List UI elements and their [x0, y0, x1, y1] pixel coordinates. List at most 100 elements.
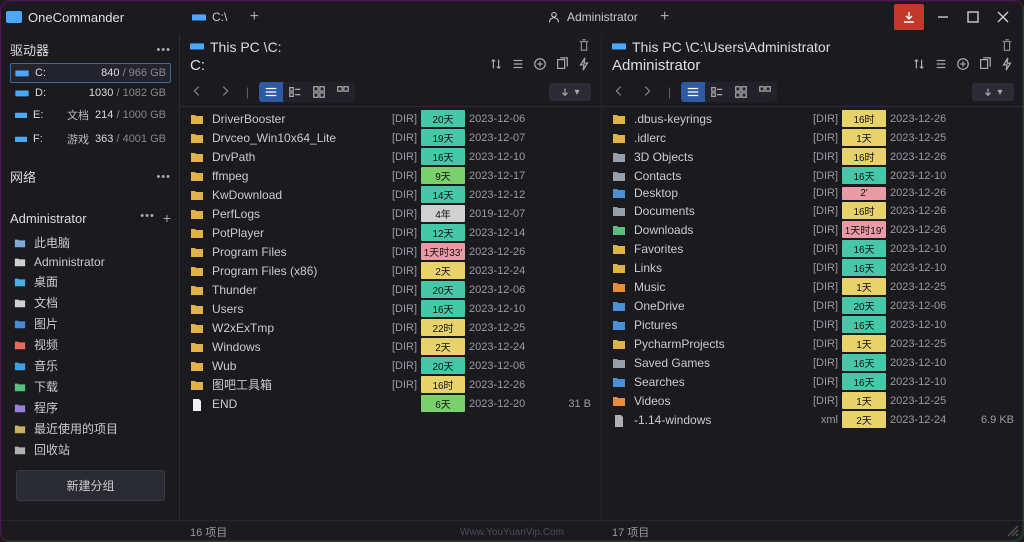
file-row[interactable]: .dbus-keyrings[DIR]16时2023-12-26 [612, 109, 1014, 128]
sidebar-item[interactable]: 回收站 [10, 439, 171, 460]
copy-icon[interactable] [978, 57, 992, 74]
file-row[interactable]: Downloads[DIR]1天时19'2023-12-26 [612, 220, 1014, 239]
file-row[interactable]: OneDrive[DIR]20天2023-12-06 [612, 296, 1014, 315]
drives-more-icon[interactable]: ••• [156, 44, 171, 56]
file-row[interactable]: Favorites[DIR]16天2023-12-10 [612, 239, 1014, 258]
file-row[interactable]: -1.14-windowsxml2天2023-12-246.9 KB [612, 410, 1014, 429]
file-row[interactable]: KwDownload[DIR]14天2023-12-12 [190, 185, 591, 204]
list-icon[interactable] [511, 57, 525, 74]
new-icon[interactable] [533, 57, 547, 74]
sort-updown-icon[interactable] [912, 57, 926, 74]
forward-button[interactable] [218, 84, 232, 101]
trash-icon[interactable] [1000, 38, 1014, 55]
file-row[interactable]: Program Files (x86)[DIR]2天2023-12-24 [190, 261, 591, 280]
breadcrumb[interactable]: This PC \C: [210, 39, 282, 55]
view-details-button[interactable] [681, 82, 705, 102]
breadcrumb[interactable]: This PC \C:\Users\Administrator [632, 39, 830, 55]
sidebar-item[interactable]: 桌面 [10, 271, 171, 292]
tab-left[interactable]: C:\ [184, 6, 235, 28]
sidebar-item[interactable]: 最近使用的项目 [10, 418, 171, 439]
view-list-button[interactable] [283, 82, 307, 102]
copy-icon[interactable] [555, 57, 569, 74]
view-large-button[interactable] [753, 82, 777, 102]
new-tab-right-button[interactable]: + [652, 8, 678, 26]
file-row[interactable]: Contacts[DIR]16天2023-12-10 [612, 166, 1014, 185]
sidebar-item[interactable]: 文档 [10, 292, 171, 313]
trash-icon[interactable] [577, 38, 591, 55]
file-row[interactable]: Drvceo_Win10x64_Lite[DIR]19天2023-12-07 [190, 128, 591, 147]
file-date: 2023-12-26 [890, 205, 968, 217]
file-kind: [DIR] [798, 151, 838, 163]
file-row[interactable]: Music[DIR]1天2023-12-25 [612, 277, 1014, 296]
bolt-icon[interactable] [577, 57, 591, 74]
sidebar-item[interactable]: 下载 [10, 376, 171, 397]
drive-row[interactable]: C:840 / 966 GB [10, 63, 171, 83]
file-row[interactable]: Program Files[DIR]1天时33'2023-12-26 [190, 242, 591, 261]
new-icon[interactable] [956, 57, 970, 74]
file-row[interactable]: PerfLogs[DIR]4年2019-12-07 [190, 204, 591, 223]
sort-dropdown[interactable]: ▾ [972, 83, 1014, 101]
file-row[interactable]: Windows[DIR]2天2023-12-24 [190, 337, 591, 356]
file-age-badge: 1天 [842, 392, 886, 409]
file-row[interactable]: ffmpeg[DIR]9天2023-12-17 [190, 166, 591, 185]
tab-right[interactable]: Administrator [539, 6, 646, 28]
file-row[interactable]: Users[DIR]16天2023-12-10 [190, 299, 591, 318]
view-large-button[interactable] [331, 82, 355, 102]
file-row[interactable]: Searches[DIR]16天2023-12-10 [612, 372, 1014, 391]
file-row[interactable]: Wub[DIR]20天2023-12-06 [190, 356, 591, 375]
sort-dropdown[interactable]: ▾ [549, 83, 591, 101]
file-row[interactable]: Pictures[DIR]16天2023-12-10 [612, 315, 1014, 334]
drive-row[interactable]: D:1030 / 1082 GB [10, 83, 171, 103]
file-row[interactable]: .idlerc[DIR]1天2023-12-25 [612, 128, 1014, 147]
view-grid-button[interactable] [729, 82, 753, 102]
file-row[interactable]: PycharmProjects[DIR]1天2023-12-25 [612, 334, 1014, 353]
file-row[interactable]: END6天2023-12-2031 B [190, 394, 591, 413]
view-grid-button[interactable] [307, 82, 331, 102]
file-row[interactable]: Videos[DIR]1天2023-12-25 [612, 391, 1014, 410]
disk-icon [15, 134, 27, 144]
file-kind: [DIR] [798, 243, 838, 255]
sidebar-item[interactable]: 图片 [10, 313, 171, 334]
sidebar-item[interactable]: Administrator [10, 253, 171, 271]
view-details-button[interactable] [259, 82, 283, 102]
file-row[interactable]: PotPlayer[DIR]12天2023-12-14 [190, 223, 591, 242]
file-date: 2023-12-06 [469, 113, 547, 125]
back-button[interactable] [612, 84, 626, 101]
file-row[interactable]: Links[DIR]16天2023-12-10 [612, 258, 1014, 277]
minimize-button[interactable] [928, 4, 958, 30]
network-more-icon[interactable]: ••• [156, 171, 171, 183]
admin-add-button[interactable]: + [163, 210, 171, 226]
file-row[interactable]: 图吧工具箱[DIR]16时2023-12-26 [190, 375, 591, 394]
new-tab-left-button[interactable]: + [241, 8, 267, 26]
sidebar-item[interactable]: 视频 [10, 334, 171, 355]
admin-more-icon[interactable]: ••• [140, 210, 155, 226]
file-row[interactable]: DrvPath[DIR]16天2023-12-10 [190, 147, 591, 166]
forward-button[interactable] [640, 84, 654, 101]
file-row[interactable]: W2xExTmp[DIR]22时2023-12-25 [190, 318, 591, 337]
file-row[interactable]: DriverBooster[DIR]20天2023-12-06 [190, 109, 591, 128]
file-list-left[interactable]: DriverBooster[DIR]20天2023-12-06Drvceo_Wi… [180, 107, 601, 520]
file-date: 2023-12-26 [469, 246, 547, 258]
drive-row[interactable]: F:游戏363 / 4001 GB [10, 127, 171, 151]
view-list-button[interactable] [705, 82, 729, 102]
file-list-right[interactable]: .dbus-keyrings[DIR]16时2023-12-26.idlerc[… [602, 107, 1024, 520]
close-button[interactable] [988, 4, 1018, 30]
back-button[interactable] [190, 84, 204, 101]
sidebar-item[interactable]: 程序 [10, 397, 171, 418]
folder-icon [190, 360, 204, 372]
file-row[interactable]: 3D Objects[DIR]16时2023-12-26 [612, 147, 1014, 166]
list-icon[interactable] [934, 57, 948, 74]
file-row[interactable]: Thunder[DIR]20天2023-12-06 [190, 280, 591, 299]
drive-row[interactable]: E:文档214 / 1000 GB [10, 103, 171, 127]
file-row[interactable]: Documents[DIR]16时2023-12-26 [612, 201, 1014, 220]
download-button[interactable] [894, 4, 924, 30]
resize-grip-icon[interactable] [1006, 524, 1020, 538]
new-group-button[interactable]: 新建分组 [16, 470, 165, 501]
sort-updown-icon[interactable] [489, 57, 503, 74]
maximize-button[interactable] [958, 4, 988, 30]
file-row[interactable]: Saved Games[DIR]16天2023-12-10 [612, 353, 1014, 372]
file-row[interactable]: Desktop[DIR]2'2023-12-26 [612, 185, 1014, 201]
sidebar-item[interactable]: 此电脑 [10, 232, 171, 253]
sidebar-item[interactable]: 音乐 [10, 355, 171, 376]
bolt-icon[interactable] [1000, 57, 1014, 74]
